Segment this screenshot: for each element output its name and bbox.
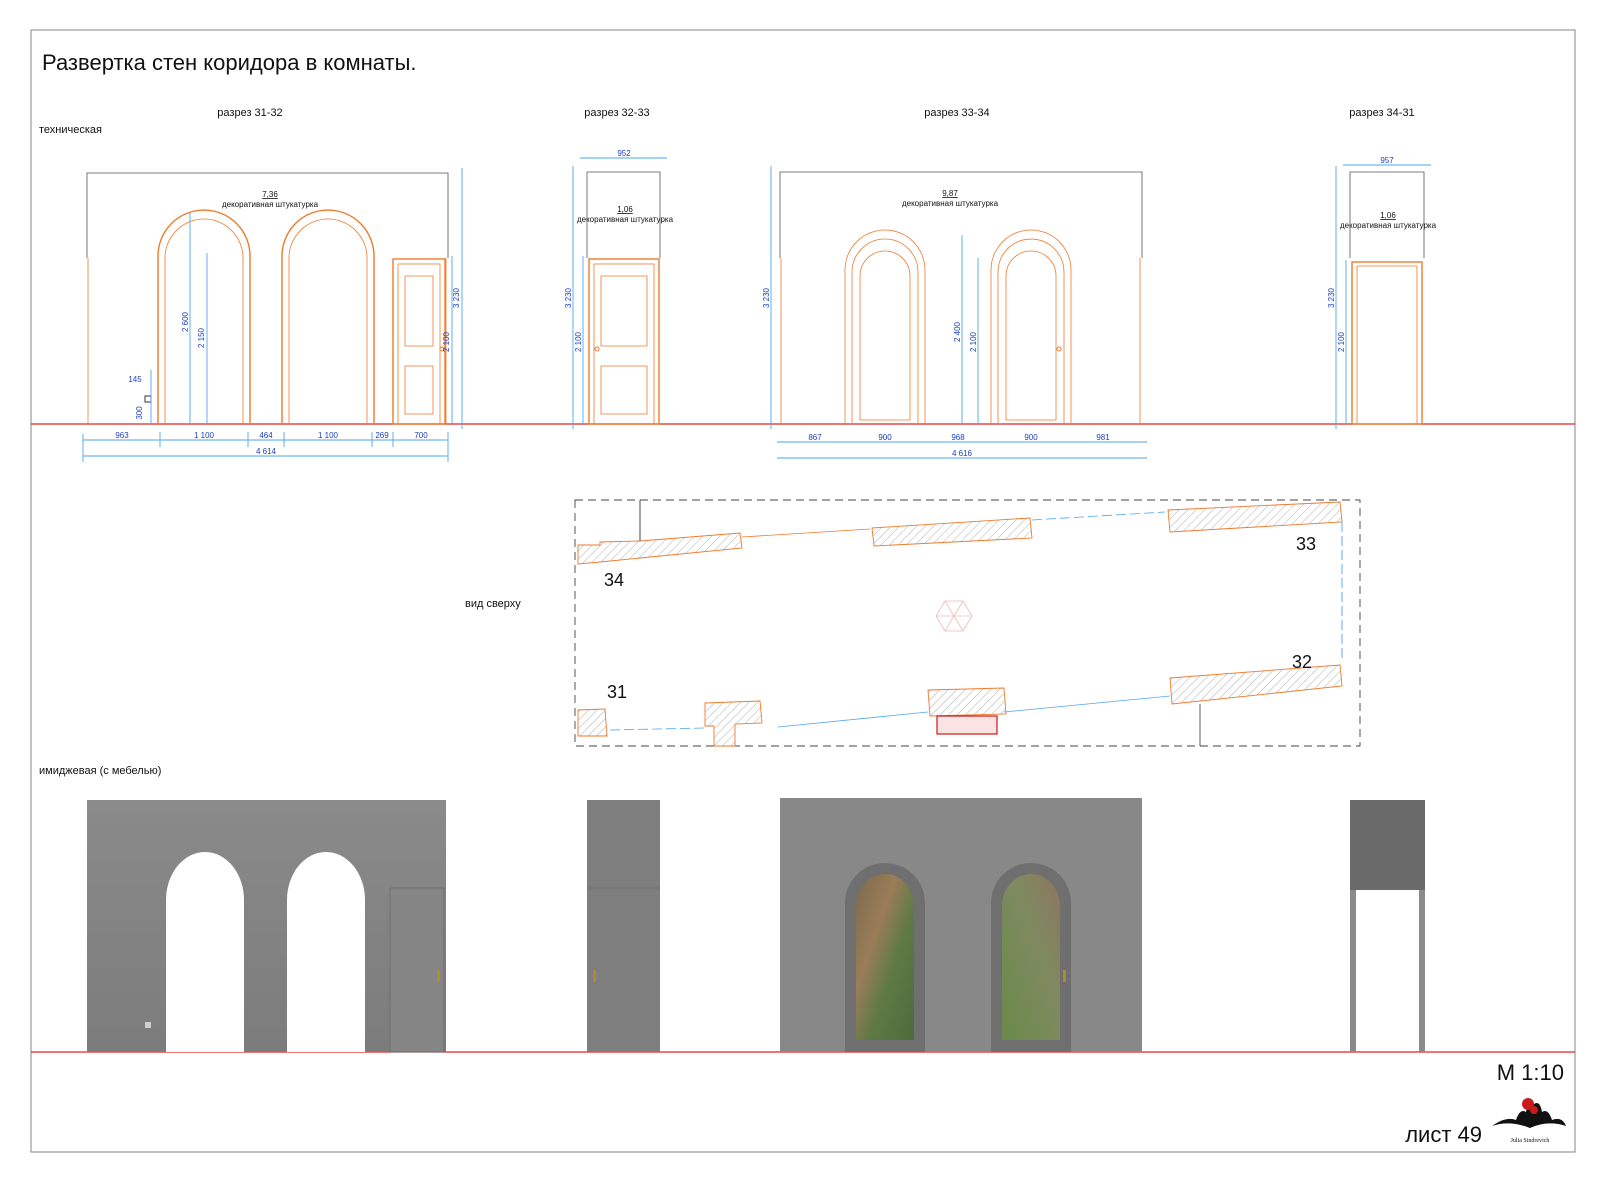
dim-31-32-socket-offset: 145 [128, 375, 142, 384]
dim-32-33-height: 3 230 [564, 287, 573, 308]
sheet-number: лист 49 [1405, 1122, 1482, 1147]
elevation-33-34: 9,87 декоративная штукатурка 867 900 968… [762, 166, 1147, 459]
plan-mark-31: 31 [607, 682, 627, 702]
finish-34-31: декоративная штукатурка [1340, 221, 1437, 230]
dim-33-34-height: 3 230 [762, 287, 771, 308]
logo-text: Julia Sindrevich [1511, 1138, 1550, 1144]
dim-31-32-run-6: 700 [414, 431, 428, 440]
label-technical: техническая [39, 124, 102, 136]
author-logo: Julia Sindrevich [1492, 1098, 1566, 1144]
finish-33-34: декоративная штукатурка [902, 199, 999, 208]
dim-31-32-arch-2: 2 150 [197, 327, 206, 348]
scale-label: М 1:10 [1497, 1060, 1564, 1085]
dim-33-34-door: 2 100 [969, 331, 978, 352]
render-34-31 [1350, 800, 1425, 1052]
dim-33-34-run-4: 900 [1024, 433, 1038, 442]
dim-31-32-run-4: 1 100 [318, 431, 339, 440]
dim-34-31-height: 3 230 [1327, 287, 1336, 308]
plan-mark-33: 33 [1296, 534, 1316, 554]
area-32-33: 1,06 [617, 205, 633, 214]
label-image-view: имиджевая (с мебелью) [39, 765, 161, 777]
door-handle [594, 346, 600, 352]
render-32-33 [587, 800, 660, 1052]
area-31-32: 7,36 [262, 190, 278, 199]
door-handle [1063, 970, 1066, 982]
dim-31-32-run-3: 464 [259, 431, 273, 440]
area-34-31: 1,06 [1380, 211, 1396, 220]
finish-32-33: декоративная штукатурка [577, 215, 674, 224]
door-handle [593, 970, 596, 982]
elevation-32-33: 1,06 декоративная штукатурка 952 3 230 2… [564, 149, 674, 429]
area-33-34: 9,87 [942, 189, 958, 198]
label-top-view: вид сверху [465, 598, 521, 610]
dim-33-34-run-3: 968 [951, 433, 965, 442]
dim-33-34-arch: 2 400 [953, 321, 962, 342]
dim-31-32-height: 3 230 [452, 287, 461, 308]
section-title-31-32: разрез 31-32 [217, 107, 282, 119]
dim-31-32-run-1: 963 [115, 431, 129, 440]
dim-32-33-width: 952 [617, 149, 631, 158]
dim-33-34-total: 4 616 [952, 449, 973, 458]
section-title-32-33: разрез 32-33 [584, 107, 649, 119]
dim-31-32-total: 4 614 [256, 447, 277, 456]
elevation-34-31: 1,06 декоративная штукатурка 957 3 230 2… [1327, 156, 1437, 429]
plan-mark-34: 34 [604, 570, 624, 590]
dim-31-32-arch-1: 2 600 [181, 311, 190, 332]
plan-top-view: 34 33 32 31 [574, 499, 1361, 747]
elevation-31-32: 7,36 декоративная штукатурка 963 1 100 4… [82, 168, 463, 462]
dim-32-33-door: 2 100 [574, 331, 583, 352]
door-handle [1056, 346, 1062, 352]
socket-icon [145, 1022, 151, 1028]
dim-31-32-run-2: 1 100 [194, 431, 215, 440]
ceiling-light-icon [935, 600, 973, 632]
render-31-32 [87, 800, 446, 1053]
section-title-33-34: разрез 33-34 [924, 107, 989, 119]
dim-34-31-door: 2 100 [1337, 331, 1346, 352]
dim-33-34-run-1: 867 [808, 433, 822, 442]
dim-31-32-run-5: 269 [375, 431, 389, 440]
section-title-34-31: разрез 34-31 [1349, 107, 1414, 119]
dim-31-32-socket-h: 300 [135, 406, 144, 420]
socket-icon [144, 395, 152, 403]
sheet-title: Развертка стен коридора в комнаты. [42, 50, 417, 75]
dim-34-31-width: 957 [1380, 156, 1394, 165]
render-33-34 [780, 798, 1142, 1052]
plan-mark-32: 32 [1292, 652, 1312, 672]
door-handle [437, 970, 440, 982]
finish-31-32: декоративная штукатурка [222, 200, 319, 209]
dim-33-34-run-2: 900 [878, 433, 892, 442]
dim-31-32-door: 2 100 [442, 331, 451, 352]
dim-33-34-run-5: 981 [1096, 433, 1110, 442]
